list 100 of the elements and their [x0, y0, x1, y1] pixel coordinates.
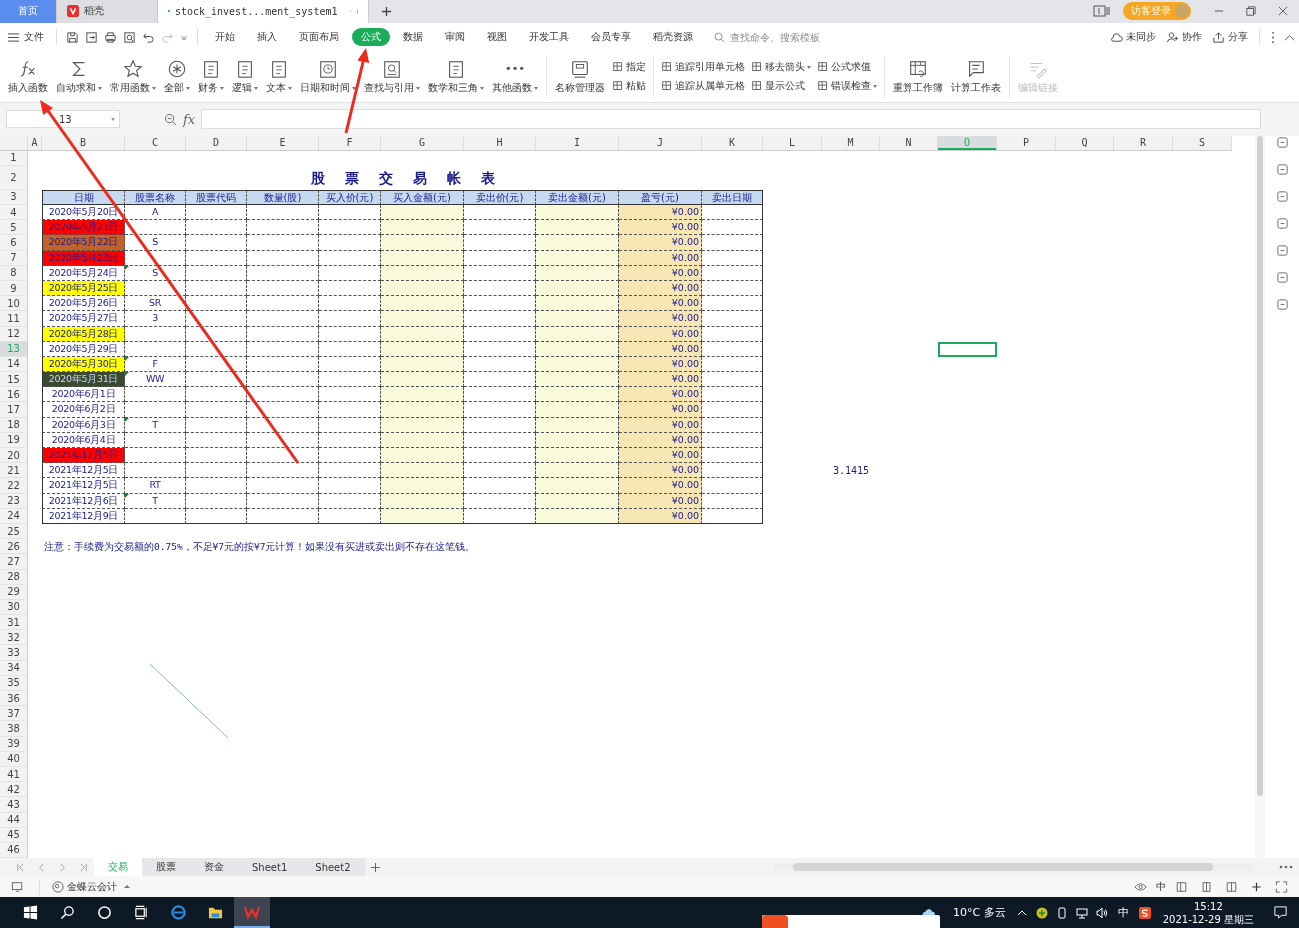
ribbon-tab[interactable]: 稻壳资源: [644, 28, 702, 47]
page-view-icon[interactable]: [1200, 880, 1213, 893]
ribbon-tab[interactable]: 开始: [206, 28, 244, 47]
row-header[interactable]: 33: [0, 645, 28, 661]
column-header[interactable]: A: [28, 135, 42, 150]
ribbon-button[interactable]: 重算工作簿: [889, 56, 947, 97]
row-header[interactable]: 43: [0, 797, 28, 813]
ribbon-tab[interactable]: 插入: [248, 28, 286, 47]
clock-time[interactable]: 15:12: [1193, 899, 1223, 913]
sheet-tab[interactable]: Sheet2: [301, 858, 365, 877]
volume-icon[interactable]: [1095, 906, 1108, 919]
row-header[interactable]: 27: [0, 554, 28, 570]
ribbon-button[interactable]: 错误检查: [817, 79, 877, 93]
cell-cursor[interactable]: [938, 341, 997, 357]
print-icon[interactable]: [104, 30, 117, 44]
column-header[interactable]: L: [763, 135, 822, 150]
windows-start-icon[interactable]: [23, 905, 38, 920]
row-header[interactable]: 31: [0, 615, 28, 631]
row-header[interactable]: 38: [0, 721, 28, 737]
toolbar-action[interactable]: 分享: [1212, 30, 1248, 45]
ribbon-button[interactable]: 逻辑: [228, 56, 262, 97]
side-panel-icon[interactable]: [1275, 189, 1289, 203]
print-preview-icon[interactable]: [123, 30, 136, 44]
more-icon[interactable]: [1269, 30, 1277, 44]
ribbon-tab[interactable]: 页面布局: [290, 28, 348, 47]
formula-field[interactable]: [201, 109, 1261, 130]
ribbon-button[interactable]: 计算工作表: [947, 56, 1005, 97]
ribbon-button[interactable]: 名称管理器: [551, 56, 609, 97]
new-tab-icon[interactable]: [381, 5, 392, 17]
row-header[interactable]: 10: [0, 296, 28, 312]
column-header[interactable]: P: [997, 135, 1056, 150]
ribbon-button[interactable]: 公式求值: [817, 60, 877, 74]
ribbon-button[interactable]: 追踪引用单元格: [661, 60, 745, 74]
zoom-icon[interactable]: [164, 112, 177, 126]
name-box[interactable]: 13: [6, 110, 120, 129]
ribbon-tab[interactable]: 数据: [394, 28, 432, 47]
side-panel-icon[interactable]: [1275, 135, 1289, 149]
notification-icon[interactable]: [1273, 905, 1288, 920]
ime-indicator[interactable]: 中: [1117, 905, 1129, 920]
ribbon-tab[interactable]: 会员专享: [582, 28, 640, 47]
side-panel-icon[interactable]: [1275, 243, 1289, 257]
vertical-scrollbar[interactable]: [1255, 135, 1265, 859]
side-panel-icon[interactable]: [1275, 216, 1289, 230]
toolbar-action[interactable]: 未同步: [1110, 30, 1156, 45]
save-icon[interactable]: [66, 30, 79, 44]
function-label[interactable]: fx: [183, 111, 196, 127]
column-header[interactable]: M: [822, 135, 880, 150]
sheet-tab[interactable]: 股票: [142, 858, 190, 877]
add-sheet-icon[interactable]: [370, 862, 380, 872]
ribbon-button[interactable]: 文本: [262, 56, 296, 97]
column-header[interactable]: Q: [1056, 135, 1114, 150]
column-header[interactable]: S: [1173, 135, 1232, 150]
row-header[interactable]: 15: [0, 372, 28, 388]
plus-circle-icon[interactable]: [1035, 906, 1048, 919]
ribbon-button[interactable]: 全部: [160, 56, 194, 97]
column-header[interactable]: E: [247, 135, 319, 150]
accounting-plugin-button[interactable]: 金蝶云会计: [52, 879, 130, 894]
ribbon-button[interactable]: 常用函数: [106, 56, 160, 97]
sheet-tab[interactable]: Sheet1: [238, 858, 302, 877]
row-header[interactable]: 5: [0, 220, 28, 236]
usb-icon[interactable]: [1055, 906, 1068, 919]
horizontal-scrollbar[interactable]: [773, 863, 1253, 872]
row-header[interactable]: 26: [0, 539, 28, 555]
browser-icon[interactable]: [171, 905, 186, 920]
ribbon-button[interactable]: 移去箭头: [751, 60, 811, 74]
normal-view-icon[interactable]: [1175, 880, 1188, 893]
document-tab[interactable]: stock_invest...ment_system1: [158, 0, 369, 23]
column-header[interactable]: B: [42, 135, 125, 150]
file-menu[interactable]: 文件: [8, 30, 44, 45]
side-panel-icon[interactable]: [1275, 297, 1289, 311]
close-icon[interactable]: [1278, 6, 1288, 17]
sheet-tab[interactable]: 资金: [190, 858, 238, 877]
clock-date[interactable]: 2021-12-29 星期三: [1162, 912, 1254, 926]
side-panel-icon[interactable]: [1275, 162, 1289, 176]
fullscreen-icon[interactable]: [1275, 880, 1288, 893]
page-break-icon[interactable]: [1225, 880, 1238, 893]
cortana-icon[interactable]: [97, 905, 112, 920]
column-header[interactable]: K: [702, 135, 763, 150]
row-header[interactable]: 11: [0, 311, 28, 327]
wps-app-button[interactable]: [234, 897, 270, 928]
row-header[interactable]: 32: [0, 630, 28, 646]
ime-toolbar[interactable]: [762, 915, 940, 928]
eye-icon[interactable]: [1134, 880, 1147, 893]
network-icon[interactable]: [1075, 906, 1088, 919]
row-header[interactable]: 16: [0, 387, 28, 403]
search-icon[interactable]: [60, 905, 75, 920]
zoom-in-icon[interactable]: [1250, 880, 1263, 893]
column-header[interactable]: J: [619, 135, 702, 150]
ribbon-button[interactable]: 其他函数: [488, 56, 542, 97]
column-header[interactable]: D: [186, 135, 247, 150]
column-header[interactable]: C: [125, 135, 186, 150]
document-tab[interactable]: 稻壳: [57, 0, 158, 23]
row-header[interactable]: 2: [0, 165, 28, 190]
column-header[interactable]: G: [381, 135, 464, 150]
ribbon-button[interactable]: 粘贴: [612, 79, 646, 93]
input-language-label[interactable]: 中: [1156, 879, 1166, 894]
task-view-icon[interactable]: [134, 905, 149, 920]
more-icon[interactable]: [1279, 865, 1293, 870]
column-header[interactable]: R: [1114, 135, 1173, 150]
monitor-icon[interactable]: [11, 880, 24, 893]
